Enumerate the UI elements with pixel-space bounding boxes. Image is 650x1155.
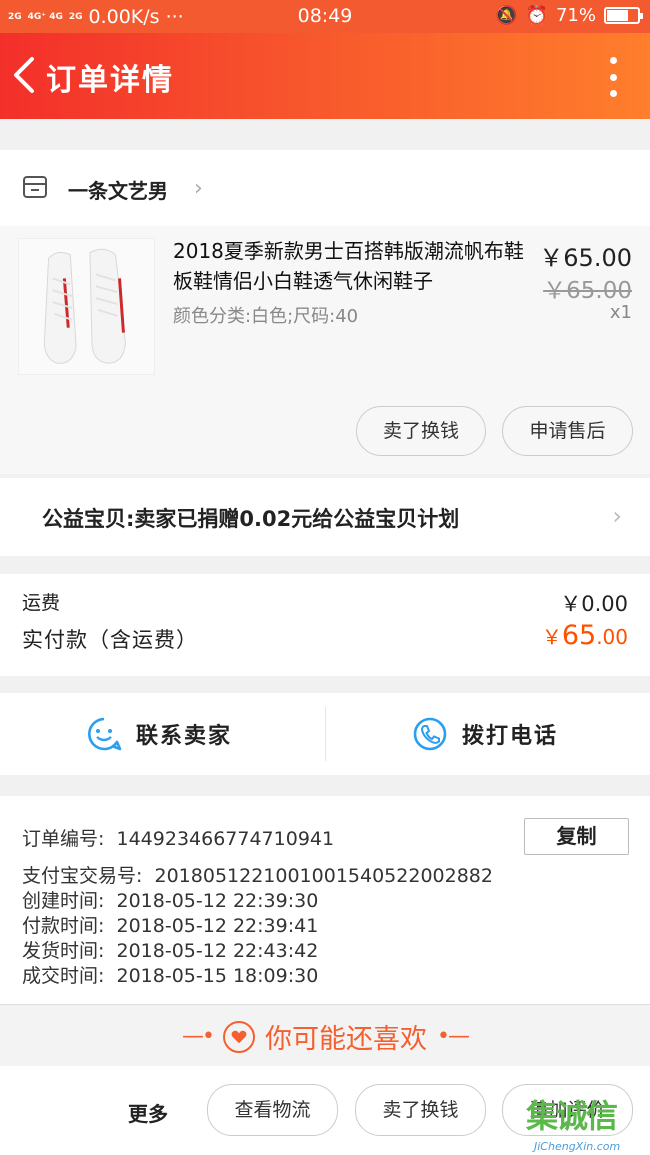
shipped-time-value: 2018-05-12 22:43:42 bbox=[116, 940, 319, 962]
fee-summary: 运费 ￥0.00 实付款（含运费） ￥65.00 bbox=[0, 574, 650, 676]
alipay-trade-row: 支付宝交易号: 2018051221001001540522002882 bbox=[22, 861, 493, 888]
watermark-url: JiChengXin.com bbox=[534, 1140, 621, 1153]
order-item[interactable]: 2018夏季新款男士百搭韩版潮流帆布鞋板鞋情侣小白鞋透气休闲鞋子 颜色分类:白色… bbox=[0, 226, 650, 474]
product-title[interactable]: 2018夏季新款男士百搭韩版潮流帆布鞋板鞋情侣小白鞋透气休闲鞋子 bbox=[173, 236, 533, 296]
product-thumbnail[interactable] bbox=[18, 238, 155, 375]
contact-bar: 联系卖家 拨打电话 bbox=[0, 693, 650, 775]
original-price: ￥65.00 bbox=[543, 278, 632, 304]
watermark: 集诚信 JiChengXin.com bbox=[526, 1091, 646, 1153]
bell-muted-icon: 🔕 bbox=[495, 5, 518, 26]
decor-line-right: •— bbox=[437, 1024, 470, 1049]
more-button[interactable]: 更多 bbox=[128, 1098, 168, 1127]
alipay-trade-value: 2018051221001001540522002882 bbox=[154, 865, 493, 887]
more-dot-icon bbox=[609, 57, 617, 64]
call-label: 拨打电话 bbox=[462, 724, 559, 749]
created-time-label: 创建时间: bbox=[22, 890, 105, 912]
app-header: 订单详情 bbox=[0, 33, 650, 119]
chevron-right-icon: › bbox=[194, 176, 203, 201]
paid-time-label: 付款时间: bbox=[22, 915, 105, 937]
call-button[interactable]: 拨打电话 bbox=[412, 693, 558, 775]
paid-integer: 65 bbox=[561, 620, 597, 651]
completed-time-value: 2018-05-15 18:09:30 bbox=[116, 965, 319, 987]
contact-seller-button[interactable]: 联系卖家 bbox=[86, 693, 232, 775]
shipped-time-label: 发货时间: bbox=[22, 940, 105, 962]
charity-text: 公益宝贝:卖家已捐赠0.02元给公益宝贝计划 bbox=[42, 507, 460, 531]
status-bar: 2G 4G⁺ 4G 2G 0.00K/s ··· 08:49 🔕 ⏰ 71% bbox=[0, 0, 650, 33]
more-menu-button[interactable] bbox=[606, 57, 620, 97]
shipping-label: 运费 bbox=[22, 592, 61, 614]
recommend-header: —• 你可能还喜欢 •— bbox=[0, 1004, 650, 1066]
decor-line-left: —• bbox=[182, 1024, 215, 1049]
completed-time-row: 成交时间: 2018-05-15 18:09:30 bbox=[22, 961, 318, 988]
battery-fill bbox=[607, 10, 629, 21]
paid-decimal: .00 bbox=[596, 625, 628, 649]
product-sku: 颜色分类:白色;尺码:40 bbox=[173, 306, 359, 327]
paid-currency: ￥ bbox=[541, 625, 562, 649]
phone-icon bbox=[413, 717, 447, 751]
page-title: 订单详情 bbox=[46, 63, 174, 98]
battery-percent: 71% bbox=[555, 5, 596, 26]
chevron-right-icon: › bbox=[612, 502, 622, 530]
copy-button[interactable]: 复制 bbox=[524, 818, 629, 855]
order-number-label: 订单编号: bbox=[22, 828, 105, 850]
charity-row[interactable]: 公益宝贝:卖家已捐赠0.02元给公益宝贝计划 › bbox=[0, 478, 650, 556]
watermark-logo: 集诚信 bbox=[526, 1097, 618, 1135]
chat-smile-icon bbox=[88, 717, 122, 751]
paid-time-value: 2018-05-12 22:39:41 bbox=[116, 915, 319, 937]
created-time-row: 创建时间: 2018-05-12 22:39:30 bbox=[22, 886, 318, 913]
view-logistics-button[interactable]: 查看物流 bbox=[207, 1084, 338, 1136]
shipping-value: ￥0.00 bbox=[560, 592, 628, 616]
created-time-value: 2018-05-12 22:39:30 bbox=[116, 890, 319, 912]
sell-for-cash-button[interactable]: 卖了换钱 bbox=[356, 406, 486, 456]
divider bbox=[325, 707, 326, 761]
chevron-left-icon bbox=[14, 57, 34, 93]
after-sale-button[interactable]: 申请售后 bbox=[502, 406, 633, 456]
shop-row[interactable]: 一条文艺男 › bbox=[0, 150, 650, 226]
shipped-time-row: 发货时间: 2018-05-12 22:43:42 bbox=[22, 936, 318, 963]
shop-icon bbox=[23, 176, 47, 198]
paid-time-row: 付款时间: 2018-05-12 22:39:41 bbox=[22, 911, 318, 938]
shop-name[interactable]: 一条文艺男 bbox=[68, 175, 168, 204]
order-number-row: 订单编号: 144923466774710941 bbox=[22, 824, 334, 851]
alarm-icon: ⏰ bbox=[525, 5, 548, 26]
sneaker-image bbox=[19, 239, 154, 374]
product-price: ￥65.00 bbox=[539, 244, 632, 272]
order-number-value: 144923466774710941 bbox=[116, 828, 335, 850]
back-button[interactable] bbox=[10, 55, 40, 95]
paid-label: 实付款（含运费） bbox=[22, 628, 198, 652]
recommend-title: 你可能还喜欢 bbox=[265, 1024, 427, 1055]
battery-icon bbox=[604, 7, 643, 24]
completed-time-label: 成交时间: bbox=[22, 965, 105, 987]
more-dot-icon bbox=[609, 90, 617, 97]
bottom-action-bar: 更多 查看物流 卖了换钱 追加评价 集诚信 JiChengXin.com bbox=[0, 1066, 650, 1155]
alipay-trade-label: 支付宝交易号: bbox=[22, 865, 143, 887]
product-quantity: x1 bbox=[609, 302, 632, 323]
more-dot-icon bbox=[609, 73, 617, 81]
order-info: 订单编号: 144923466774710941 复制 支付宝交易号: 2018… bbox=[0, 796, 650, 1004]
heart-icon bbox=[223, 1020, 255, 1053]
sell-for-cash-bottom-button[interactable]: 卖了换钱 bbox=[355, 1084, 486, 1136]
contact-seller-label: 联系卖家 bbox=[136, 724, 233, 749]
paid-amount: ￥65.00 bbox=[542, 620, 628, 651]
